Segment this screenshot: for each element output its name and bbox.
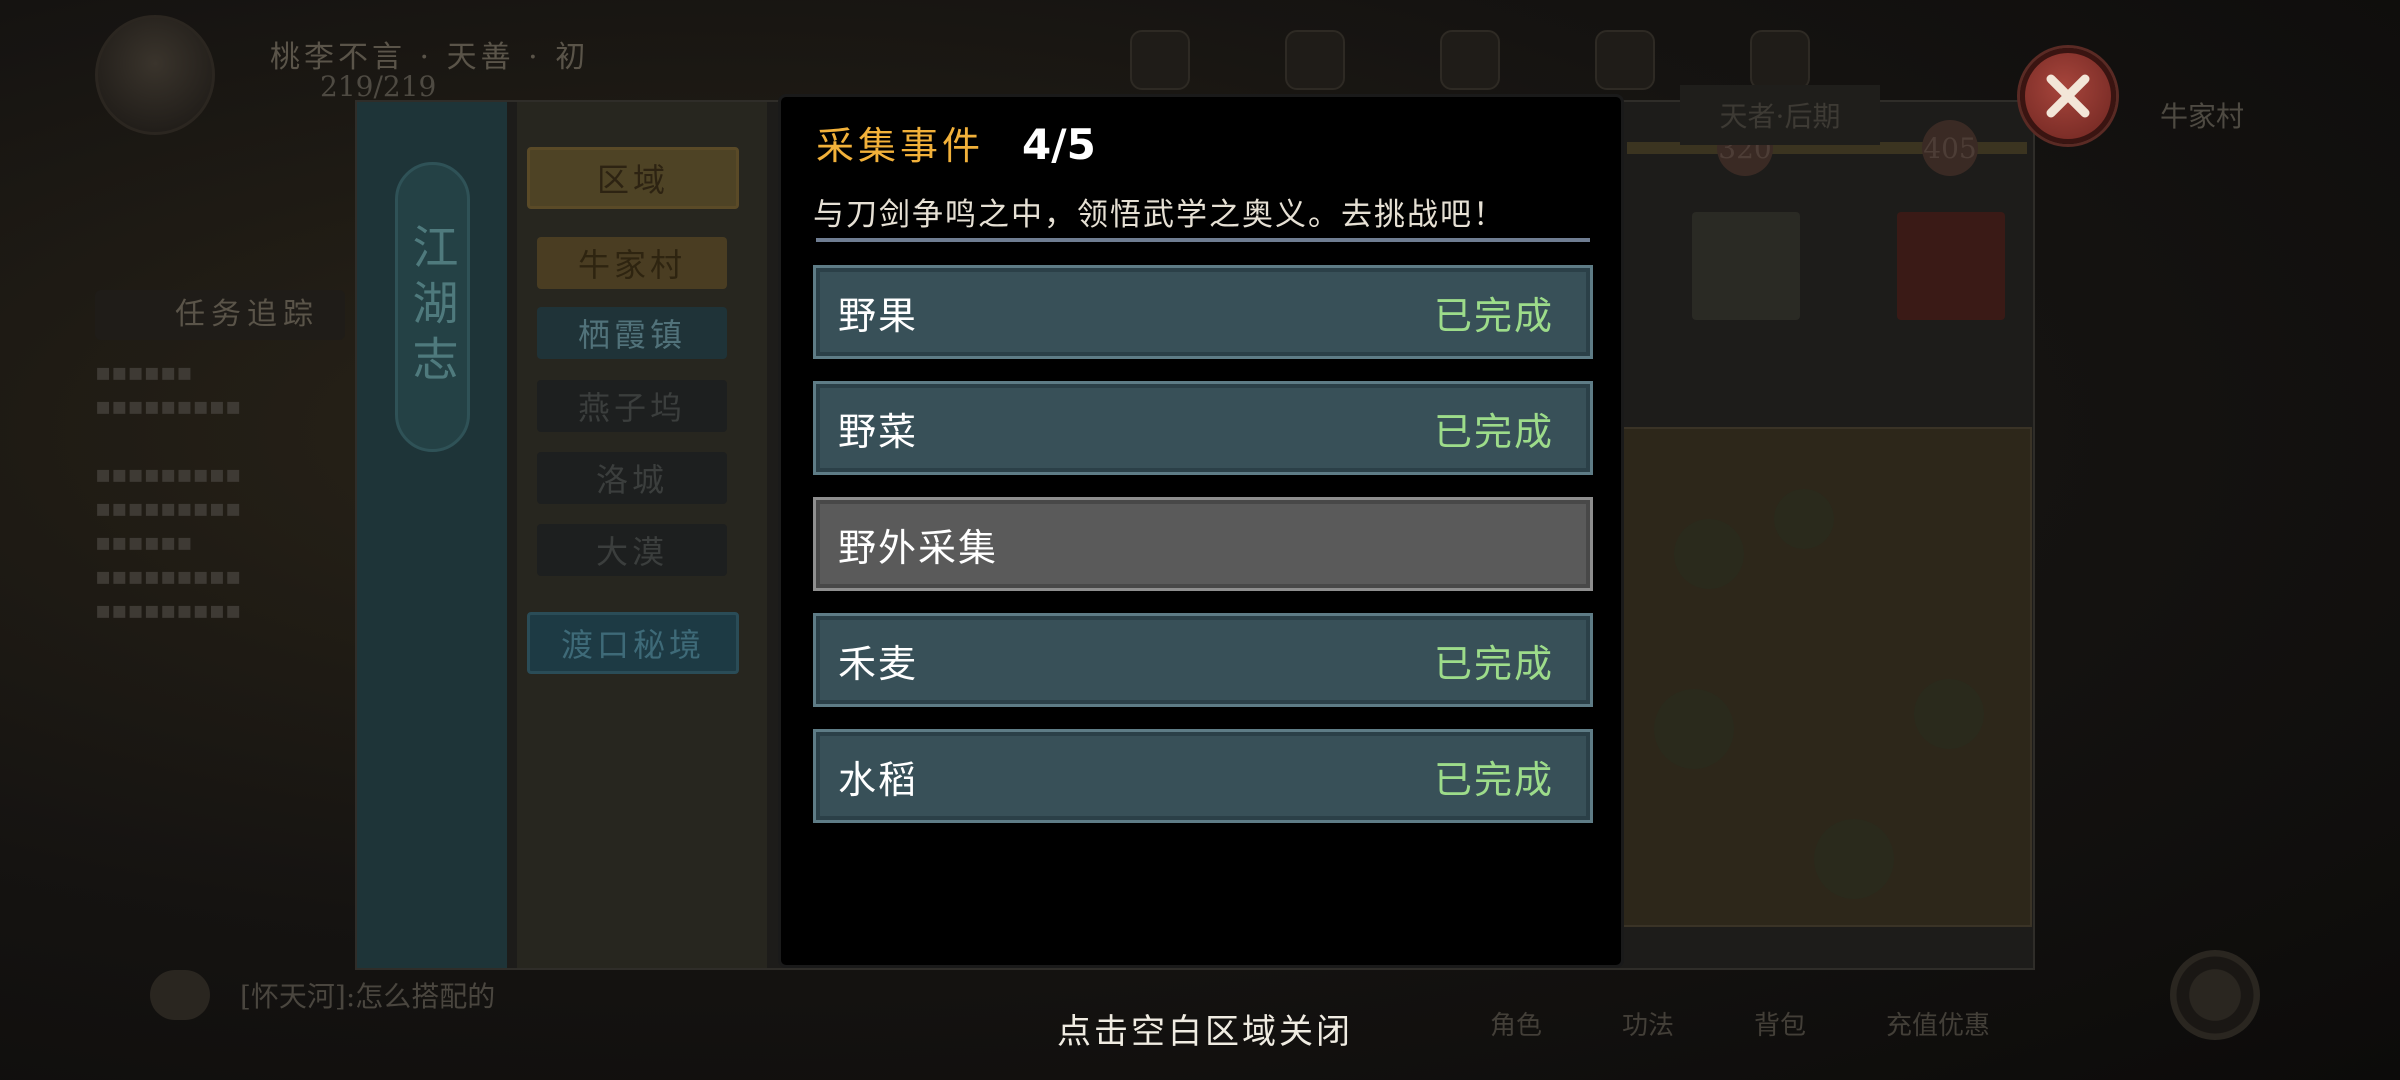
- tap-to-close-hint: 点击空白区域关闭: [1057, 1012, 1353, 1052]
- event-status: 已完成: [1433, 409, 1554, 454]
- chat-preview-text: [怀天河]:怎么搭配的: [240, 980, 496, 1013]
- location-niujiacun[interactable]: 牛家村: [537, 237, 727, 289]
- bottom-nav: 角色 功法 背包 充值优惠: [1490, 1005, 1990, 1042]
- swirl-menu-icon[interactable]: [2170, 950, 2260, 1040]
- journal-title-scroll: 江湖志: [395, 162, 470, 452]
- event-progress-count: 4/5: [1022, 120, 1096, 169]
- journal-title: 江湖志: [405, 223, 460, 391]
- event-row-yewai-caiji[interactable]: 野外采集: [813, 497, 1593, 591]
- location-luocheng[interactable]: 洛城: [537, 452, 727, 504]
- alert-icon[interactable]: [1440, 30, 1500, 90]
- region-sidebar: 区域 牛家村 栖霞镇 燕子坞 洛城 大漠 渡口秘境: [517, 102, 767, 968]
- map-tree: [1814, 819, 1894, 899]
- event-row-yecai[interactable]: 野菜 已完成: [813, 381, 1593, 475]
- bag-icon[interactable]: [1285, 30, 1345, 90]
- location-yanziwu[interactable]: 燕子坞: [537, 380, 727, 432]
- task-tracker-text: ▪▪▪▪▪▪ ▪▪▪▪▪▪▪▪▪ ▪▪▪▪▪▪▪▪▪ ▪▪▪▪▪▪▪▪▪ ▪▪▪▪▪▪ ▪…: [95, 358, 242, 624]
- event-name: 野外采集: [838, 525, 999, 570]
- journal-spine: 江湖志: [357, 102, 507, 968]
- map-tree: [1914, 679, 1984, 749]
- player-avatar[interactable]: [95, 15, 215, 135]
- nav-character[interactable]: 角色: [1490, 1005, 1542, 1042]
- map-tree: [1674, 519, 1744, 589]
- nav-skills[interactable]: 功法: [1622, 1005, 1674, 1042]
- event-row-shuidao[interactable]: 水稻 已完成: [813, 729, 1593, 823]
- stage-tab: 天者·后期: [1680, 85, 1880, 145]
- chat-bar[interactable]: [怀天河]:怎么搭配的: [150, 970, 495, 1020]
- map-tree: [1774, 489, 1834, 549]
- ferry-secret-realm-button[interactable]: 渡口秘境: [527, 612, 739, 674]
- modal-title: 采集事件: [816, 124, 985, 168]
- nav-recharge[interactable]: 充值优惠: [1886, 1005, 1990, 1042]
- gather-events-modal: 采集事件 4/5 与刀剑争鸣之中，领悟武学之奥义。去挑战吧！ 野果 已完成 野菜…: [778, 94, 1624, 968]
- check-scroll-icon[interactable]: [1692, 212, 1800, 320]
- event-row-hemai[interactable]: 禾麦 已完成: [813, 613, 1593, 707]
- skill-icon[interactable]: [1595, 30, 1655, 90]
- location-damo[interactable]: 大漠: [537, 524, 727, 576]
- event-status: 已完成: [1433, 757, 1554, 802]
- event-name: 野菜: [838, 409, 919, 454]
- event-name: 禾麦: [838, 641, 919, 686]
- event-name: 水稻: [838, 757, 919, 802]
- event-status: 已完成: [1433, 293, 1554, 338]
- chat-bubble-icon[interactable]: [150, 970, 210, 1020]
- progress-mark-405: 405: [1922, 120, 1978, 176]
- close-icon: [2046, 74, 2090, 118]
- event-status: 已完成: [1433, 641, 1554, 686]
- golden-orb-icon[interactable]: [1897, 212, 2005, 320]
- close-button[interactable]: [2020, 48, 2116, 144]
- menu-icon[interactable]: [1130, 30, 1190, 90]
- event-row-yeguo[interactable]: 野果 已完成: [813, 265, 1593, 359]
- header-divider: [816, 238, 1590, 242]
- event-name: 野果: [838, 293, 919, 338]
- list-icon[interactable]: [1750, 30, 1810, 90]
- modal-description: 与刀剑争鸣之中，领悟武学之奥义。去挑战吧！: [813, 197, 1506, 233]
- task-tracker-title[interactable]: 任务追踪: [95, 290, 345, 340]
- region-header: 区域: [527, 147, 739, 209]
- region-map[interactable]: [1612, 427, 2032, 927]
- location-qixiazhen[interactable]: 栖霞镇: [537, 307, 727, 359]
- player-hp: 219/219: [320, 70, 437, 103]
- map-tree: [1654, 689, 1734, 769]
- modal-header: 采集事件 4/5: [816, 115, 1096, 170]
- current-location-label: 牛家村: [2160, 100, 2245, 133]
- nav-bag[interactable]: 背包: [1754, 1005, 1806, 1042]
- top-icon-bar: [1130, 30, 1810, 90]
